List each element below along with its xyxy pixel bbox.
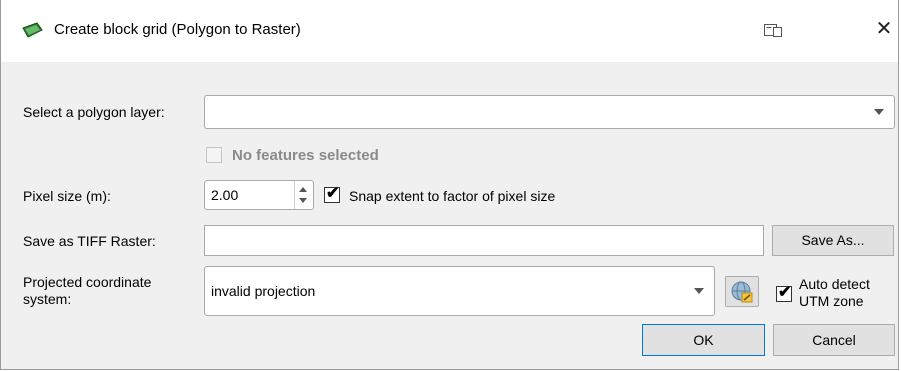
ok-button[interactable]: OK [642, 324, 765, 356]
close-icon[interactable]: ✕ [873, 18, 895, 40]
snap-extent-checkbox[interactable]: ✔ [324, 185, 340, 203]
auto-detect-utm-checkbox[interactable]: ✔ [776, 284, 792, 302]
crs-label: Projected coordinate system: [23, 274, 151, 308]
selected-features-label: No features selected [232, 147, 379, 164]
dialog-window: Create block grid (Polygon to Raster) ✕ … [0, 0, 899, 370]
auto-detect-utm-label: Auto detect UTM zone [799, 276, 870, 310]
crs-combobox[interactable]: invalid projection [204, 266, 715, 316]
polygon-layer-combobox[interactable] [204, 95, 895, 129]
crs-label-line1: Projected coordinate [23, 274, 152, 290]
spin-buttons[interactable] [294, 181, 313, 209]
spin-down-icon[interactable] [299, 198, 307, 203]
selected-features-checkbox[interactable] [206, 147, 222, 163]
chevron-down-icon [694, 288, 704, 294]
select-crs-button[interactable] [725, 276, 759, 307]
window-title: Create block grid (Polygon to Raster) [54, 21, 301, 38]
context-help-icon[interactable] [764, 24, 782, 38]
auto-detect-utm-line2: UTM zone [799, 293, 864, 309]
auto-detect-utm-line1: Auto detect [799, 276, 870, 292]
spin-up-icon[interactable] [299, 187, 307, 192]
qgis-plugin-icon [22, 22, 43, 38]
pixel-size-value: 2.00 [211, 187, 239, 203]
checkmark-icon: ✔ [326, 185, 340, 202]
pixel-size-label: Pixel size (m): [23, 188, 111, 204]
pixel-size-spinbox[interactable]: 2.00 [204, 180, 314, 210]
globe-projection-icon [731, 281, 753, 303]
chevron-down-icon [874, 109, 884, 115]
polygon-layer-label: Select a polygon layer: [23, 104, 165, 120]
snap-extent-label: Snap extent to factor of pixel size [349, 188, 556, 204]
save-tiff-input[interactable] [204, 225, 764, 256]
checkmark-icon: ✔ [778, 284, 792, 301]
save-as-button[interactable]: Save As... [772, 225, 894, 256]
title-bar[interactable]: Create block grid (Polygon to Raster) ✕ [1, 0, 898, 62]
cancel-button[interactable]: Cancel [773, 324, 895, 356]
crs-label-line2: system: [23, 291, 72, 307]
save-tiff-label: Save as TIFF Raster: [23, 233, 156, 249]
crs-value: invalid projection [211, 283, 316, 299]
